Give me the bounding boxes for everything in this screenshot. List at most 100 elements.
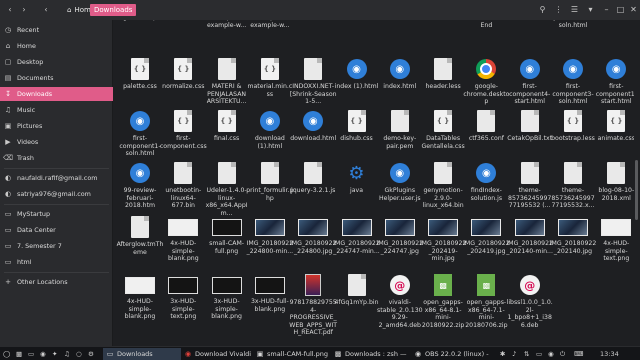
file-item[interactable]: Afterglow.tmTheme [116, 216, 164, 256]
sidebar-item-trash[interactable]: ⌫ Trash [0, 151, 113, 165]
file-item[interactable]: ◉ first-component4-start.html [506, 58, 554, 106]
file-item[interactable]: 978178829755 4-PROGRESSIVE_WEB_APPS_WITH… [289, 274, 337, 337]
forward-button[interactable]: › [18, 3, 30, 16]
file-item[interactable]: jsx-exercise-soln.html [549, 20, 597, 29]
file-item[interactable]: ▩ open_gapps-x86_64-7.1-mini-20180706.zip [462, 274, 510, 329]
music-launcher-icon[interactable]: ♫ [64, 348, 70, 360]
file-item[interactable]: demo-key-pair.pem [376, 110, 424, 150]
file-item[interactable]: IMG_20180922_224800-min... [246, 216, 294, 255]
file-item[interactable]: { } dishub.css [333, 110, 381, 143]
maximize-icon[interactable]: □ [614, 3, 627, 16]
breadcrumb-downloads[interactable]: Downloads [90, 4, 137, 16]
search-icon[interactable]: ⚲ [536, 3, 549, 16]
settings-launcher-icon[interactable]: ⚙ [88, 348, 94, 360]
file-item[interactable]: { } palette.css [116, 58, 164, 91]
notifications-icon[interactable]: ◉ [548, 348, 554, 360]
taskbar-item-terminal[interactable]: ▩ Downloads : zsh — [331, 348, 411, 360]
file-item[interactable]: Udeler-1.4.0-linux-x86_x64.AppIm... [203, 162, 251, 217]
file-item[interactable]: IMG_20180922_224800.jpg [289, 216, 337, 255]
taskbar-item-vivaldi[interactable]: ◉ Download Vivaldi [181, 348, 253, 360]
browser-launcher-icon[interactable]: ◉ [40, 348, 46, 360]
file-item[interactable]: b44.rs [333, 20, 381, 22]
sidebar-item-recent[interactable]: ◷ Recent [0, 23, 113, 37]
file-item[interactable]: @ libssl1.0.0_1.0.2l-1_bpo8+1_i386.deb [506, 274, 554, 329]
file-item[interactable]: ◉ 99-review-februari-2018.htm [116, 162, 164, 210]
chat-launcher-icon[interactable]: ○ [76, 348, 82, 360]
file-item[interactable]: small-CAM-full.png [203, 216, 251, 255]
sidebar-item-account-1[interactable]: ◐ naufaldi.rafif@gmail.com [0, 171, 113, 185]
file-item[interactable]: IMG_20180922_202140.jpg [549, 216, 597, 255]
keyboard-icon[interactable]: ⌨ [574, 348, 583, 360]
file-item[interactable]: gs.desktop [116, 20, 164, 22]
file-item[interactable]: jquery-3.2.1.js [289, 162, 337, 195]
file-item[interactable]: { } final.css [203, 110, 251, 143]
file-item[interactable]: unetbootin-linux64-677.bin [159, 162, 207, 210]
file-item[interactable]: ◉ download (1).html [246, 110, 294, 150]
file-item[interactable]: 4fGq1mYp.bin [333, 274, 381, 307]
sidebar-item-desktop[interactable]: ▢ Desktop [0, 55, 113, 69]
file-item[interactable]: IMG_20180922_224747-min... [333, 216, 381, 255]
file-item[interactable]: header.less [419, 58, 467, 91]
sidebar-item-data-center[interactable]: ▭ Data Center [0, 223, 113, 237]
network-icon[interactable]: ⇅ [524, 348, 529, 360]
minimize-icon[interactable]: – [600, 3, 613, 16]
file-item[interactable]: maps-example-w... [203, 20, 251, 29]
bluetooth-icon[interactable]: ✱ [500, 348, 505, 360]
taskbar-item-obs[interactable]: ◉ OBS 22.0.2 (linux) - [411, 348, 493, 360]
sidebar-item-documents[interactable]: ▤ Documents [0, 71, 113, 85]
app-menu-icon[interactable]: ◯ [3, 348, 10, 360]
file-item[interactable]: IMG_20180922_202419-min.jpg [419, 216, 467, 263]
file-item[interactable]: maps-example-w... [246, 20, 294, 29]
list-view-icon[interactable]: ☰ [568, 3, 581, 16]
battery-icon[interactable]: ▭ [536, 348, 542, 360]
file-item[interactable]: ◉ GkPlugins Helper.user.js [376, 162, 424, 202]
taskbar-item-image[interactable]: ▣ small-CAM-full.png [253, 348, 331, 360]
sidebar-item-pictures[interactable]: ▣ Pictures [0, 119, 113, 133]
file-item[interactable]: 3x-HUD-simple-text.png [159, 274, 207, 321]
file-item[interactable]: theme-85736245997 77195532.x... [549, 162, 597, 210]
file-item[interactable]: ◉ download.html [289, 110, 337, 143]
code-launcher-icon[interactable]: ✦ [52, 348, 57, 360]
file-item[interactable]: CetakOpBil.txt [506, 110, 554, 143]
file-item[interactable]: @ vivaldi-stable_2.0.1309.29-2_amd64.deb [376, 274, 424, 329]
file-item[interactable]: google-chrome.desktop [462, 58, 510, 106]
sidebar-item-html[interactable]: ▭ html [0, 255, 113, 269]
sidebar-item-other-locations[interactable]: + Other Locations [0, 275, 113, 289]
file-item[interactable]: ◉ first-component1-soln.html [116, 110, 164, 158]
clock[interactable]: 13:34 [600, 348, 619, 360]
previous-location-button[interactable]: ‹ [40, 3, 52, 16]
file-item[interactable]: 3x-HUD-full-blank.png [246, 274, 294, 313]
sidebar-item-account-2[interactable]: ◐ satriya976@gmail.com [0, 187, 113, 201]
sidebar-item-mystartup[interactable]: ▭ MyStartup [0, 207, 113, 221]
sidebar-item-videos[interactable]: ▶ Videos [0, 135, 113, 149]
files-launcher-icon[interactable]: ▭ [28, 348, 34, 360]
file-item[interactable]: theme-85736245997 77195532 (... [506, 162, 554, 210]
file-item[interactable]: { } normalize.css [159, 58, 207, 91]
file-item[interactable]: INDOXXI.NET-[Shrink-Season 1-5... [289, 58, 337, 106]
file-item[interactable]: ◉ first-component1-start.html [592, 58, 634, 106]
file-item[interactable]: { } material.min.css [246, 58, 294, 98]
close-icon[interactable]: ✕ [627, 3, 640, 16]
file-item[interactable]: 4x-HUD-simple-text.png [592, 216, 634, 263]
back-button[interactable]: ‹ [4, 3, 16, 16]
sidebar-item-music[interactable]: ♫ Music [0, 103, 113, 117]
file-item[interactable]: ▩ open_gapps-x86_64-8.1-mini-20180922.zip [419, 274, 467, 329]
file-item[interactable]: ctf365.conf [462, 110, 510, 143]
sidebar-item-home[interactable]: ⌂ Home [0, 39, 113, 53]
view-options-icon[interactable]: ⋮ [552, 3, 565, 16]
file-item[interactable]: 3x-HUD-simple-blank.png [203, 274, 251, 321]
file-item[interactable]: IMG_20180922_202419.jpg [462, 216, 510, 255]
scrollbar-thumb[interactable] [635, 160, 638, 220]
file-item[interactable]: print_formulir.php [246, 162, 294, 202]
sidebar-item-semester-7[interactable]: ▭ 7. Semester 7 [0, 239, 113, 253]
file-item[interactable]: IMG_20180922_224747.jpg [376, 216, 424, 255]
power-icon[interactable]: ⏻ [560, 348, 565, 360]
file-item[interactable]: ◉ findIndex-solution.js [462, 162, 510, 202]
file-item[interactable]: { } animate.css [592, 110, 634, 143]
sidebar-item-downloads[interactable]: ↧ Downloads [0, 87, 113, 101]
file-item[interactable]: { } DataTables Gentallela.css [419, 110, 467, 150]
file-item[interactable]: ◉ index.html [376, 58, 424, 91]
file-item[interactable]: genymotion-2.9.0-linux_x64.bin [419, 162, 467, 210]
file-item[interactable]: ⚙ java [333, 162, 381, 195]
file-item[interactable]: IMG_20180922_202140-min... [506, 216, 554, 255]
